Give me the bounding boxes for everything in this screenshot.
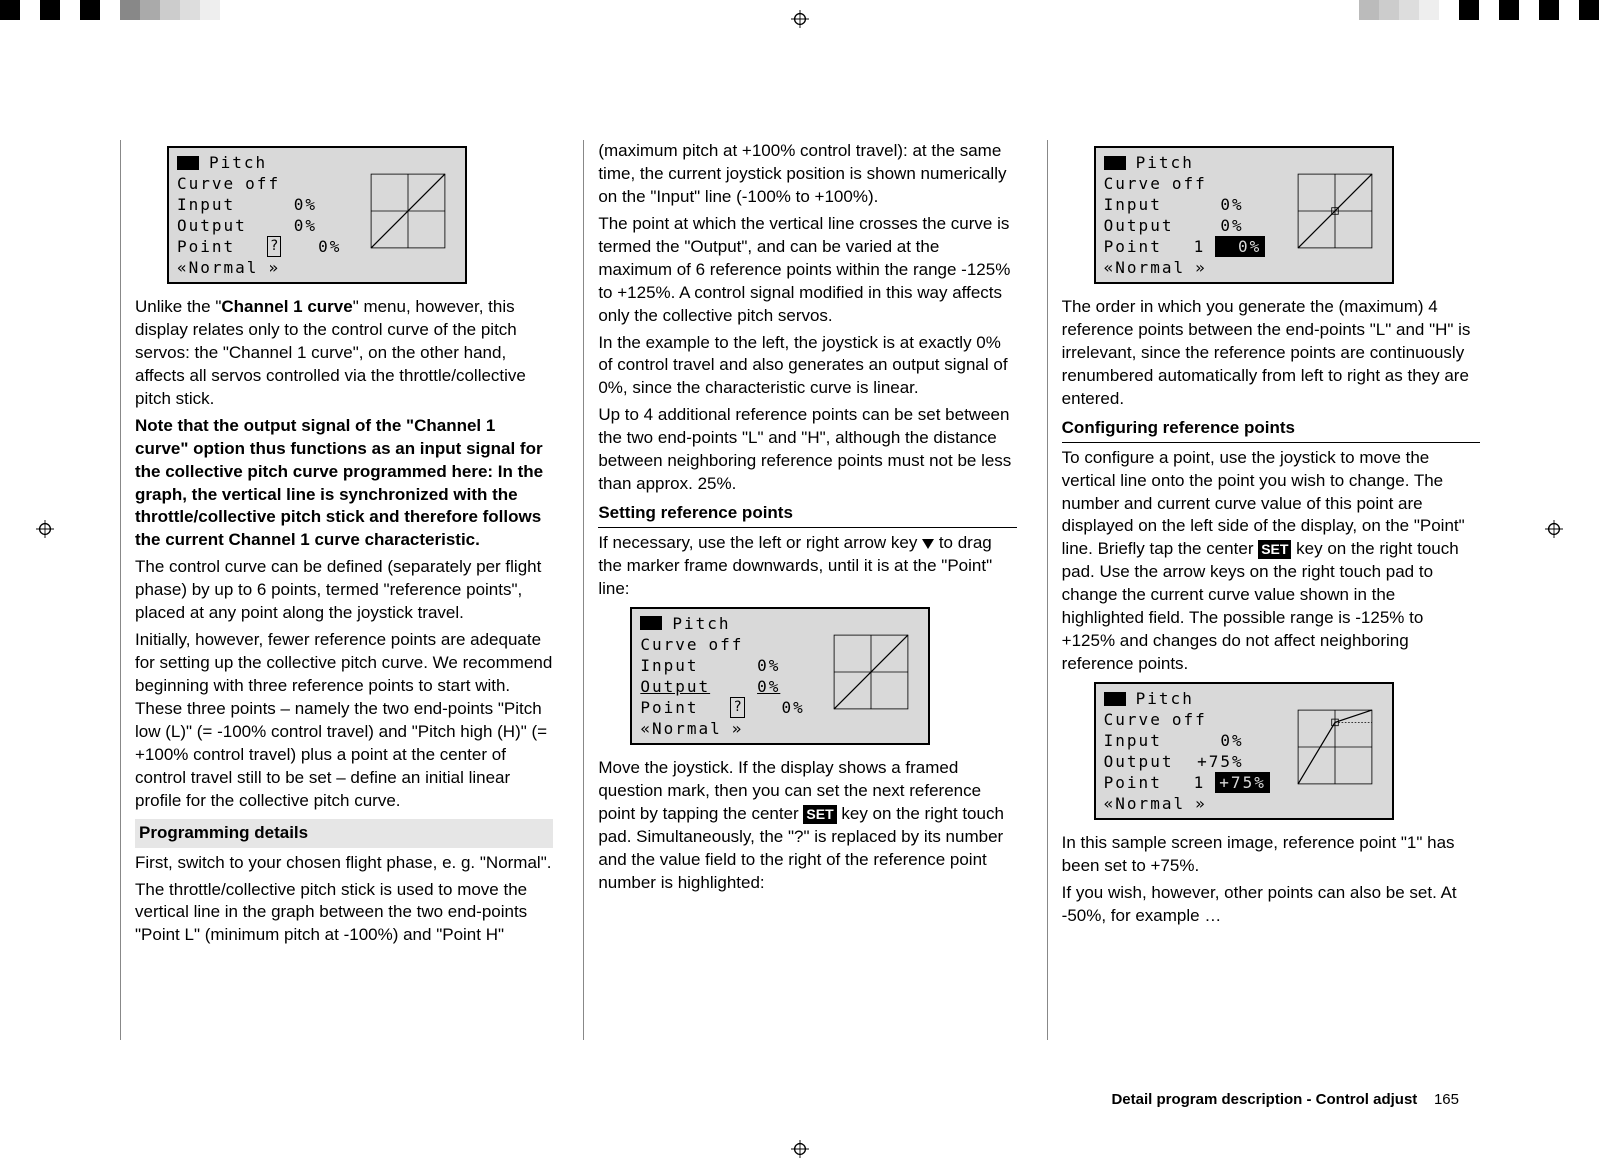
point-value: 0% <box>1215 236 1265 258</box>
footer-title: Detail program description - Control adj… <box>1111 1091 1417 1108</box>
point-label: Point <box>1104 236 1184 258</box>
curve-label: Curve <box>1104 173 1162 195</box>
curve-icon <box>1104 692 1126 706</box>
phase-label: «Normal <box>1104 793 1185 815</box>
registration-mark-icon <box>36 520 54 538</box>
body-text: Initially, however, fewer reference poin… <box>135 629 553 813</box>
point-value: 0% <box>291 236 341 258</box>
point-marker: ? <box>267 236 281 257</box>
phase-label: «Normal <box>177 257 258 279</box>
column-3: Pitch Curveoff Input0% Output0% Point10%… <box>1047 140 1480 1040</box>
phase-arrow: » <box>732 718 744 740</box>
phase-arrow: » <box>268 257 280 279</box>
screen-title: Pitch <box>672 613 730 635</box>
point-value: 0% <box>755 697 805 719</box>
column-1: Pitch Curveoff Input0% Output0% Point?0%… <box>120 140 553 1040</box>
body-text: To configure a point, use the joystick t… <box>1062 447 1480 676</box>
output-value: +75% <box>1194 751 1244 773</box>
point-label: Point <box>1104 772 1184 794</box>
lcd-screen-4: Pitch Curve off Input 0% Output +75% Point 1… <box>1094 682 1394 820</box>
input-label: Input <box>640 655 720 677</box>
set-key-icon: SET <box>803 805 836 824</box>
output-value: 0% <box>730 676 780 698</box>
page-footer: Detail program description - Control adj… <box>1111 1091 1459 1108</box>
body-text: Unlike the "Channel 1 curve" menu, howev… <box>135 296 553 411</box>
registration-mark-icon <box>791 10 809 28</box>
set-key-icon: SET <box>1258 540 1291 559</box>
input-label: Input <box>1104 194 1184 216</box>
body-text: The point at which the vertical line cro… <box>598 213 1016 328</box>
output-label: Output <box>640 676 720 698</box>
phase-label: «Normal <box>640 718 721 740</box>
input-value: 0% <box>730 655 780 677</box>
calibration-bar-right <box>1359 0 1599 20</box>
body-text: If necessary, use the left or right arro… <box>598 532 1016 601</box>
body-text: In this sample screen image, reference p… <box>1062 832 1480 878</box>
phase-label: «Normal <box>1104 257 1185 279</box>
subheading: Programming details <box>135 819 553 848</box>
output-value: 0% <box>1194 215 1244 237</box>
curve-graph <box>359 170 457 252</box>
body-text: The order in which you generate the (max… <box>1062 296 1480 411</box>
subheading: Configuring reference points <box>1062 417 1480 443</box>
page-body: Pitch Curveoff Input0% Output0% Point?0%… <box>120 140 1480 1040</box>
point-value: +75% <box>1215 772 1270 794</box>
curve-state: off <box>245 173 280 195</box>
page-number: 165 <box>1434 1091 1459 1108</box>
lcd-screen-3: Pitch Curveoff Input0% Output0% Point10%… <box>1094 146 1394 284</box>
curve-icon <box>177 156 199 170</box>
point-label: Point <box>177 236 257 258</box>
point-marker: ? <box>730 697 744 718</box>
body-text: The control curve can be defined (separa… <box>135 556 553 625</box>
point-marker: 1 <box>1194 236 1206 258</box>
screen-title: Pitch <box>1136 688 1194 710</box>
output-label: Output <box>1104 215 1184 237</box>
curve-state: off <box>1172 709 1207 731</box>
body-text: If you wish, however, other points can a… <box>1062 882 1480 928</box>
point-label: Point <box>640 697 720 719</box>
down-arrow-icon <box>922 539 934 549</box>
curve-label: Curve <box>1104 709 1162 731</box>
lcd-screen-2: Pitch Curveoff Input0% Output0% Point?0%… <box>630 607 930 745</box>
lcd-screen-1: Pitch Curveoff Input0% Output0% Point?0%… <box>167 146 467 284</box>
screen-title: Pitch <box>209 152 267 174</box>
column-2: (maximum pitch at +100% control travel):… <box>583 140 1016 1040</box>
output-value: 0% <box>267 215 317 237</box>
curve-icon <box>640 616 662 630</box>
body-text: Up to 4 additional reference points can … <box>598 404 1016 496</box>
input-label: Input <box>1104 730 1184 752</box>
input-value: 0% <box>267 194 317 216</box>
curve-label: Curve <box>177 173 235 195</box>
curve-state: off <box>709 634 744 656</box>
curve-state: off <box>1172 173 1207 195</box>
input-label: Input <box>177 194 257 216</box>
registration-mark-icon <box>791 1140 809 1158</box>
curve-label: Curve <box>640 634 698 656</box>
curve-graph <box>1286 706 1384 788</box>
curve-icon <box>1104 156 1126 170</box>
body-text-bold: Note that the output signal of the "Chan… <box>135 415 553 553</box>
body-text: In the example to the left, the joystick… <box>598 332 1016 401</box>
curve-graph <box>1286 170 1384 252</box>
calibration-bar-left <box>0 0 240 20</box>
body-text: First, switch to your chosen flight phas… <box>135 852 553 875</box>
phase-arrow: » <box>1195 793 1207 815</box>
input-value: 0% <box>1194 730 1244 752</box>
body-text: Move the joystick. If the display shows … <box>598 757 1016 895</box>
body-text: (maximum pitch at +100% control travel):… <box>598 140 1016 209</box>
registration-mark-icon <box>1545 520 1563 538</box>
phase-arrow: » <box>1195 257 1207 279</box>
subheading: Setting reference points <box>598 502 1016 528</box>
screen-title: Pitch <box>1136 152 1194 174</box>
output-label: Output <box>1104 751 1184 773</box>
point-marker: 1 <box>1194 772 1206 794</box>
input-value: 0% <box>1194 194 1244 216</box>
body-text: The throttle/collective pitch stick is u… <box>135 879 553 948</box>
curve-graph <box>822 631 920 713</box>
output-label: Output <box>177 215 257 237</box>
